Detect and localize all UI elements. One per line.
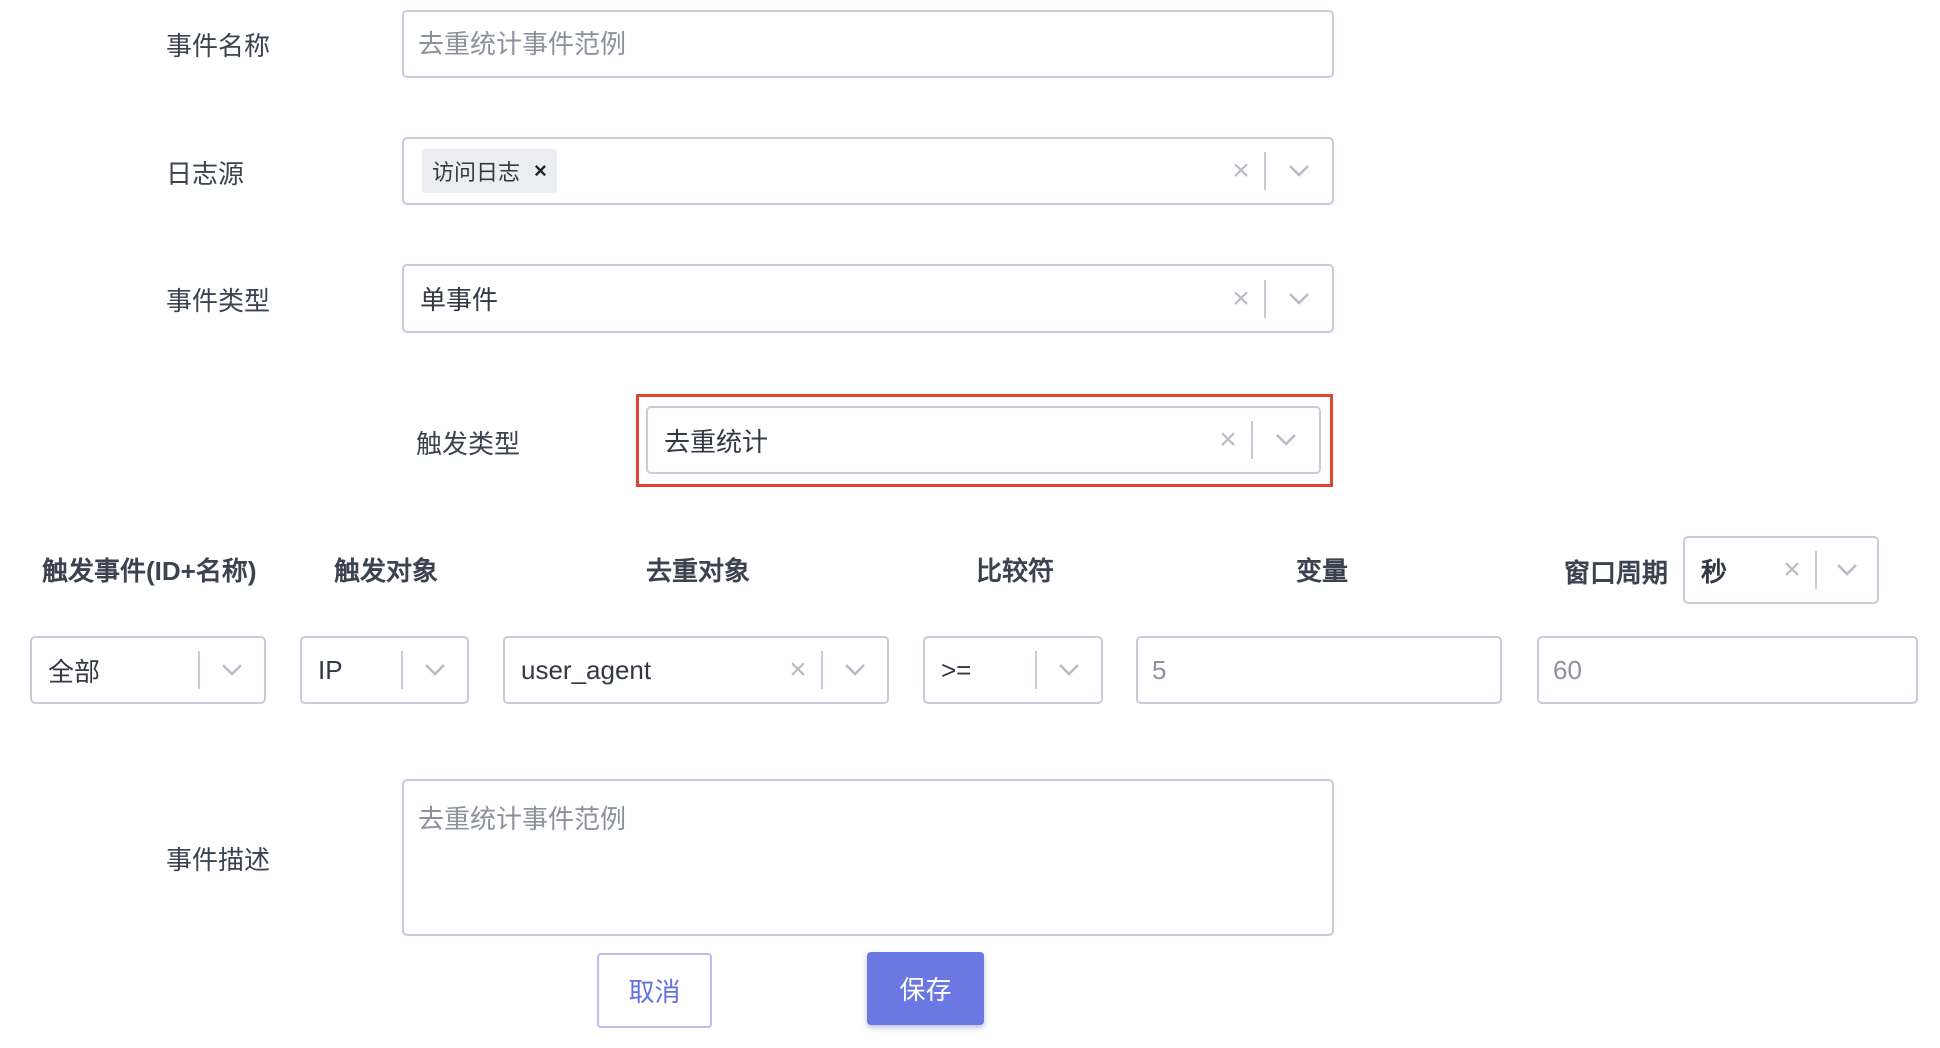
chevron-down-icon[interactable] xyxy=(1266,139,1332,203)
dedup-object-value: user_agent xyxy=(521,654,652,685)
variable-input[interactable] xyxy=(1136,636,1502,704)
trigger-type-value: 去重统计 xyxy=(664,426,769,457)
event-name-label: 事件名称 xyxy=(166,31,271,61)
chevron-down-icon[interactable] xyxy=(1817,538,1877,602)
col-trigger-object: 触发对象 xyxy=(334,556,439,586)
trigger-event-select[interactable]: 全部 xyxy=(30,636,266,704)
log-source-tag: 访问日志 × xyxy=(422,149,557,193)
window-period-input[interactable] xyxy=(1537,636,1918,704)
col-window-period: 窗口周期 xyxy=(1564,558,1669,588)
col-trigger-event: 触发事件(ID+名称) xyxy=(42,556,257,586)
event-type-select[interactable]: 单事件 × xyxy=(402,264,1334,333)
clear-icon[interactable]: × xyxy=(1218,266,1264,331)
log-source-tag-label: 访问日志 xyxy=(432,160,521,185)
chevron-down-icon[interactable] xyxy=(1037,638,1101,702)
col-variable: 变量 xyxy=(1296,556,1349,586)
tag-remove-icon[interactable]: × xyxy=(534,158,547,184)
chevron-down-icon[interactable] xyxy=(1253,408,1319,472)
col-comparator: 比较符 xyxy=(976,556,1055,586)
description-label: 事件描述 xyxy=(166,845,271,875)
col-dedup-object: 去重对象 xyxy=(646,556,751,586)
trigger-event-value: 全部 xyxy=(48,656,101,687)
log-source-label: 日志源 xyxy=(166,159,245,189)
chevron-down-icon[interactable] xyxy=(823,638,887,702)
trigger-type-label: 触发类型 xyxy=(416,429,521,459)
chevron-down-icon[interactable] xyxy=(1266,266,1332,331)
clear-icon[interactable]: × xyxy=(775,638,821,702)
description-textarea[interactable] xyxy=(402,779,1334,936)
window-unit-select[interactable]: 秒 × xyxy=(1683,536,1879,604)
comparator-select[interactable]: >= xyxy=(923,636,1103,704)
chevron-down-icon[interactable] xyxy=(200,638,264,702)
clear-icon[interactable]: × xyxy=(1205,408,1251,472)
event-type-value: 单事件 xyxy=(420,285,499,315)
clear-icon[interactable]: × xyxy=(1218,139,1264,203)
chevron-down-icon[interactable] xyxy=(403,638,467,702)
window-unit-value: 秒 xyxy=(1701,556,1728,587)
trigger-object-value: IP xyxy=(318,654,343,685)
save-button[interactable]: 保存 xyxy=(867,952,984,1025)
clear-icon[interactable]: × xyxy=(1769,538,1815,602)
trigger-object-select[interactable]: IP xyxy=(300,636,469,704)
comparator-value: >= xyxy=(941,654,972,685)
dedup-object-select[interactable]: user_agent × xyxy=(503,636,889,704)
trigger-type-select[interactable]: 去重统计 × xyxy=(646,406,1321,474)
log-source-select[interactable]: 访问日志 × × xyxy=(402,137,1334,205)
cancel-button[interactable]: 取消 xyxy=(597,953,712,1028)
event-type-label: 事件类型 xyxy=(166,286,271,316)
event-name-input[interactable] xyxy=(402,10,1334,78)
